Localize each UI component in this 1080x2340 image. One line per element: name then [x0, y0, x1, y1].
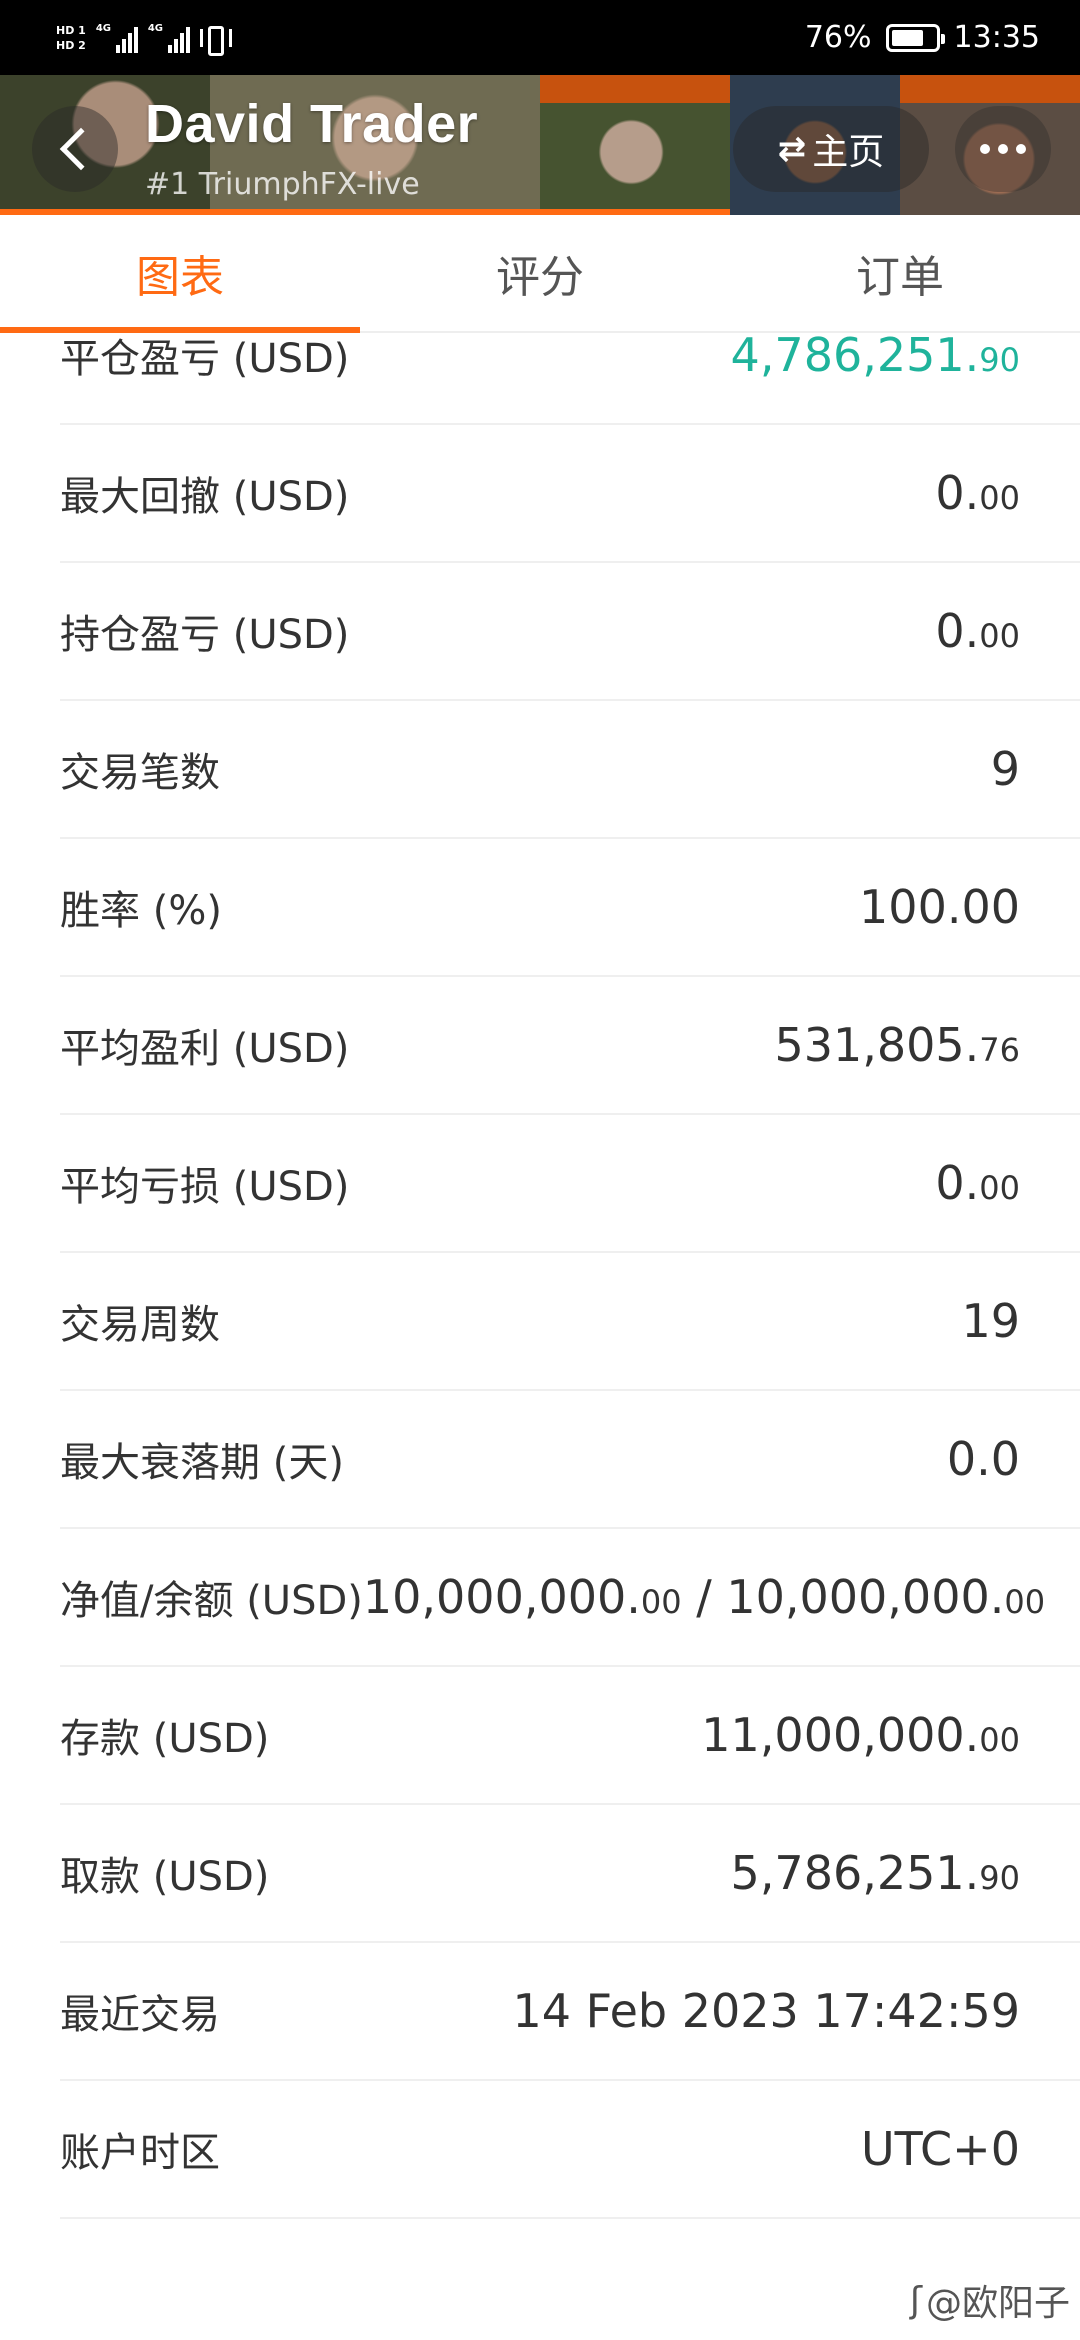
status-right: 76% 13:35	[805, 20, 1040, 55]
status-bar: HD 1 HD 2 4G 4G 76% 13:35	[0, 0, 1080, 75]
profile-header: David Trader #1 TriumphFX-live ⇄ 主页	[0, 75, 1080, 215]
stat-label: 净值/余额 (USD)	[60, 1578, 363, 1624]
stat-row-win-rate: 胜率 (%) 100.00	[60, 839, 1080, 977]
stat-label: 最大衰落期 (天)	[60, 1440, 344, 1486]
trader-account: #1 TriumphFX-live	[145, 167, 420, 202]
tab-chart-label: 图表	[136, 252, 224, 303]
stat-value: UTC+0	[860, 2122, 1020, 2176]
network-type-1: 4G	[95, 22, 111, 34]
chevron-left-icon	[59, 127, 103, 171]
stat-row-trade-count: 交易笔数 9	[60, 701, 1080, 839]
stat-label: 交易笔数	[60, 750, 220, 796]
tab-bar: 图表 评分 订单	[0, 215, 1080, 333]
stat-value: 5,786,251.90	[730, 1846, 1020, 1900]
watermark: ʃ @欧阳子	[910, 2274, 1070, 2326]
more-dot-icon	[998, 144, 1008, 154]
stat-row-max-drawdown: 最大回撤 (USD) 0.00	[60, 425, 1080, 563]
tab-chart[interactable]: 图表	[0, 215, 360, 333]
stat-value: 0.0	[946, 1432, 1020, 1486]
vibrate-icon	[199, 23, 232, 56]
stat-row-withdrawals: 取款 (USD) 5,786,251.90	[60, 1805, 1080, 1943]
stat-value: 0.00	[935, 604, 1020, 658]
hd2-label: HD 2	[56, 38, 86, 52]
stat-label: 平均亏损 (USD)	[60, 1164, 350, 1210]
stat-label: 交易周数	[60, 1302, 220, 1348]
back-button[interactable]	[32, 106, 118, 192]
clock: 13:35	[953, 20, 1040, 55]
home-button-label: 主页	[812, 132, 885, 173]
home-button[interactable]: ⇄ 主页	[733, 106, 929, 192]
stat-value: 0.00	[935, 1156, 1020, 1210]
network-type-2: 4G	[147, 22, 163, 34]
more-dot-icon	[980, 144, 990, 154]
stat-value: 9	[990, 742, 1020, 796]
stat-label: 平均盈利 (USD)	[60, 1026, 350, 1072]
signal-icon: 4G	[96, 23, 138, 53]
stats-list: 平仓盈亏 (USD) 4,786,251.90 最大回撤 (USD) 0.00 …	[0, 333, 1080, 2219]
stat-value: 4,786,251.90	[730, 333, 1020, 382]
stat-value: 0.00	[935, 466, 1020, 520]
stat-row-open-pnl: 持仓盈亏 (USD) 0.00	[60, 563, 1080, 701]
swap-icon: ⇄	[777, 129, 807, 169]
trader-name: David Trader	[145, 94, 479, 154]
stat-label: 胜率 (%)	[60, 888, 222, 934]
stat-row-timezone: 账户时区 UTC+0	[60, 2081, 1080, 2219]
hd-indicator: HD 1 HD 2	[56, 24, 86, 52]
stats-scroll-area[interactable]: 平仓盈亏 (USD) 4,786,251.90 最大回撤 (USD) 0.00 …	[0, 333, 1080, 2340]
stat-label: 最大回撤 (USD)	[60, 474, 350, 520]
tab-rating-label: 评分	[496, 252, 584, 303]
stat-value: 531,805.76	[774, 1018, 1020, 1072]
stat-row-last-trade: 最近交易 14 Feb 2023 17:42:59	[60, 1943, 1080, 2081]
stat-row-avg-loss: 平均亏损 (USD) 0.00	[60, 1115, 1080, 1253]
stat-value: 19	[961, 1294, 1020, 1348]
weibo-icon: ʃ	[909, 2279, 922, 2321]
battery-icon	[885, 23, 945, 52]
stat-row-deposits: 存款 (USD) 11,000,000.00	[60, 1667, 1080, 1805]
status-left: HD 1 HD 2 4G 4G	[56, 0, 232, 75]
stat-row-equity-balance: 净值/余额 (USD) 10,000,000.00 / 10,000,000.0…	[60, 1529, 1080, 1667]
more-dot-icon	[1016, 144, 1026, 154]
tab-rating[interactable]: 评分	[360, 215, 720, 331]
battery-percent: 76%	[804, 20, 872, 55]
stat-label: 持仓盈亏 (USD)	[60, 612, 350, 658]
signal-icon-2: 4G	[148, 23, 190, 53]
stat-row-trading-weeks: 交易周数 19	[60, 1253, 1080, 1391]
stat-row-max-decline-period: 最大衰落期 (天) 0.0	[60, 1391, 1080, 1529]
tab-orders[interactable]: 订单	[720, 215, 1080, 331]
stat-row-closed-pnl: 平仓盈亏 (USD) 4,786,251.90	[60, 333, 1080, 425]
more-button[interactable]	[955, 106, 1051, 192]
stat-label: 存款 (USD)	[60, 1716, 270, 1762]
battery-fill	[891, 29, 924, 46]
stat-value: 10,000,000.00 / 10,000,000.00	[362, 1570, 1046, 1624]
stat-label: 最近交易	[60, 1992, 220, 2038]
stat-label: 取款 (USD)	[60, 1854, 270, 1900]
stat-label: 账户时区	[60, 2130, 220, 2176]
stat-value: 100.00	[859, 880, 1020, 934]
stat-label: 平仓盈亏 (USD)	[60, 336, 350, 382]
stat-value: 14 Feb 2023 17:42:59	[512, 1984, 1020, 2038]
tab-orders-label: 订单	[856, 252, 944, 303]
hd1-label: HD 1	[56, 23, 86, 37]
stat-value: 11,000,000.00	[701, 1708, 1020, 1762]
watermark-text: @欧阳子	[925, 2283, 1070, 2324]
stat-row-avg-profit: 平均盈利 (USD) 531,805.76	[60, 977, 1080, 1115]
